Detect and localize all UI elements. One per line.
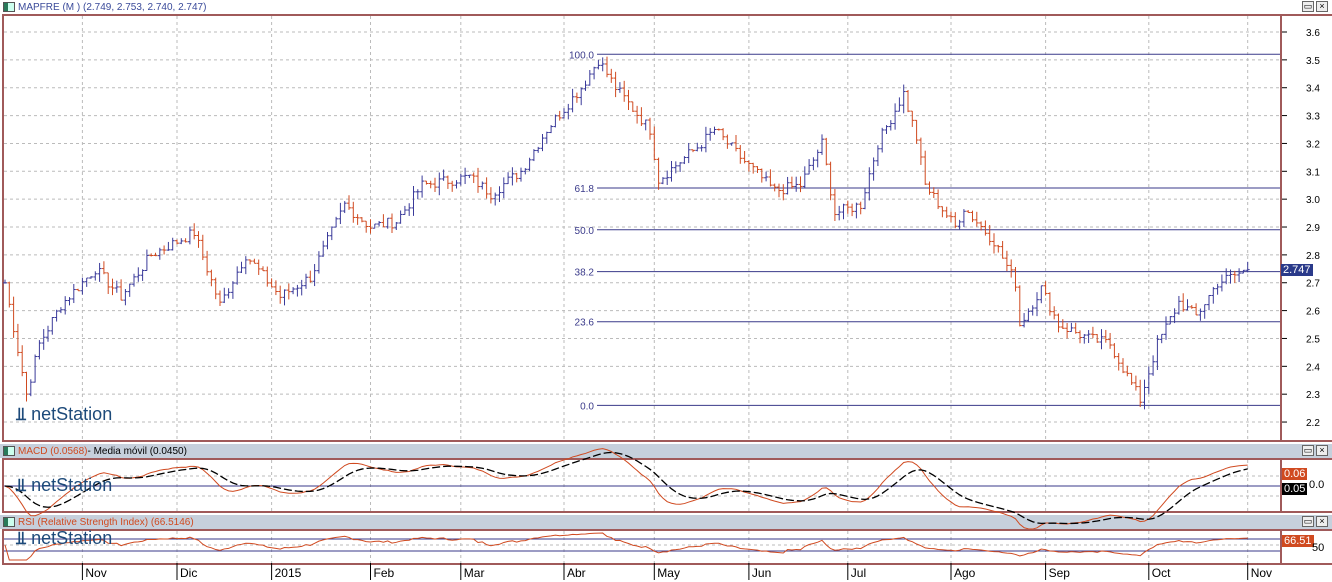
x-tick-label: Nov [85,566,106,580]
watermark-main: ⫫ netStation [16,404,113,424]
fib-label: 100.0 [569,50,594,61]
x-tick-label: Nov [1251,566,1272,580]
y-tick-label: 3.2 [1306,139,1320,150]
signal-line [4,451,1248,525]
y-tick-label: 2.8 [1306,251,1320,262]
x-tick-label: Dic [180,566,197,580]
watermark-macd: ⫫ netStation [16,475,113,495]
y-tick-label: 2.7 [1306,279,1320,290]
x-tick-label: Mar [464,566,485,580]
x-tick-label: Abr [567,566,586,580]
x-tick-label: Jun [752,566,771,580]
watermark-rsi: ⫫ netStation [16,528,113,548]
y-tick-label: 2.5 [1306,334,1320,345]
x-tick-label: Feb [374,566,395,580]
y-tick-label: 3.3 [1306,112,1320,123]
rsi-value-label: 66.51 [1282,535,1314,547]
x-tick-label: May [657,566,680,580]
y-tick-label: 2.4 [1306,362,1320,373]
x-tick-label: Sep [1049,566,1071,580]
fib-label: 50.0 [575,226,595,237]
x-tick-label: Ago [954,566,976,580]
macd-line [4,448,1248,530]
fib-label: 61.8 [575,184,595,195]
y-tick-label: 3.6 [1306,28,1320,39]
macd-zero-label: 0.0 [1309,479,1325,491]
rsi-mid-label: 50 [1312,542,1325,554]
y-tick-label: 3.0 [1306,195,1320,206]
signal-value-label: 0.05 [1282,483,1308,495]
y-tick-label: 2.9 [1306,223,1320,234]
chart-canvas: 3.6 3.5 3.4 3.3 3.2 3.1 3.0 2.9 2.8 2.7 2.6 2.5 2.4 2… [3,16,1320,580]
y-tick-label: 3.5 [1306,56,1320,67]
y-tick-label: 3.1 [1306,167,1320,178]
macd-value-label: 0.06 [1282,468,1308,480]
y-tick-label: 3.4 [1306,84,1320,95]
y-tick-label: 2.2 [1306,418,1320,429]
x-tick-label: Oct [1152,566,1171,580]
x-tick-label: 2015 [275,566,302,580]
fib-label: 0.0 [580,401,594,412]
x-tick-label: Jul [851,566,866,580]
rsi-line [4,532,1248,561]
y-tick-label: 2.6 [1306,307,1320,318]
last-price-label: 2.747 [1281,264,1313,276]
fib-label: 38.2 [575,268,595,279]
fib-label: 23.6 [575,318,595,329]
y-tick-label: 2.3 [1306,390,1320,401]
